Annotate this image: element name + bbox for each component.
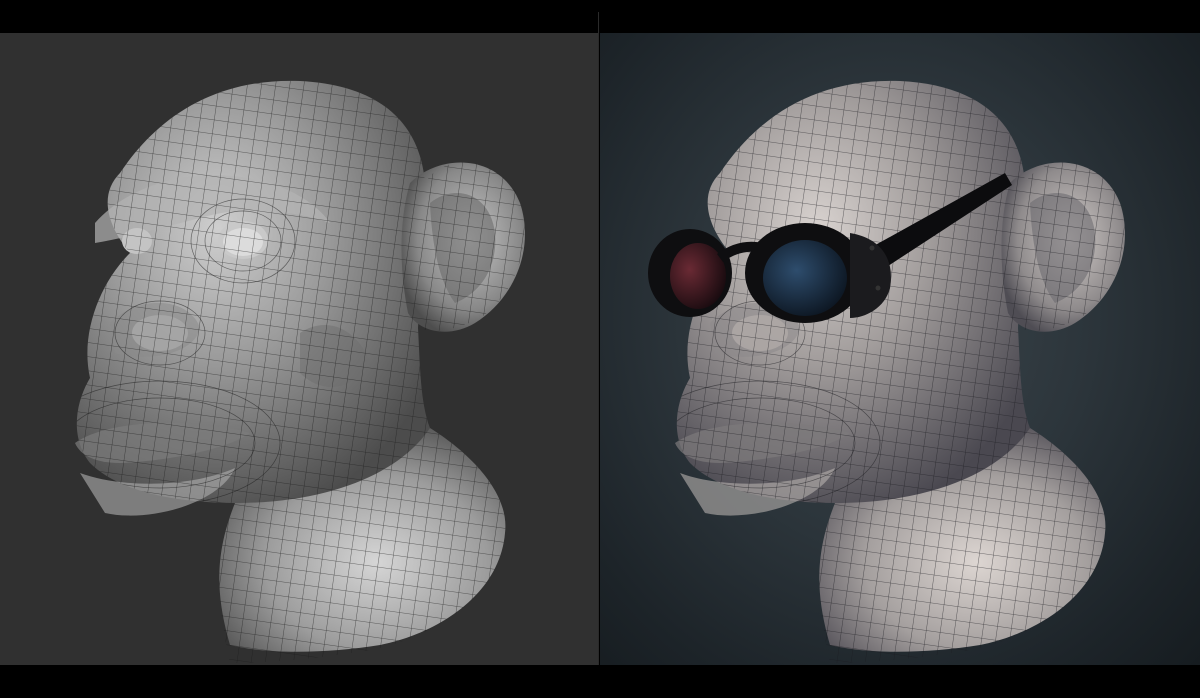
chimp-bust-sunglasses-image xyxy=(648,80,1125,664)
panel-divider xyxy=(598,12,599,698)
chimp-bust-clay-image xyxy=(75,80,525,664)
top-letterbox xyxy=(0,0,1200,33)
bottom-letterbox xyxy=(0,665,1200,698)
lit-render-panel xyxy=(600,33,1200,665)
clay-render-panel xyxy=(0,33,598,665)
